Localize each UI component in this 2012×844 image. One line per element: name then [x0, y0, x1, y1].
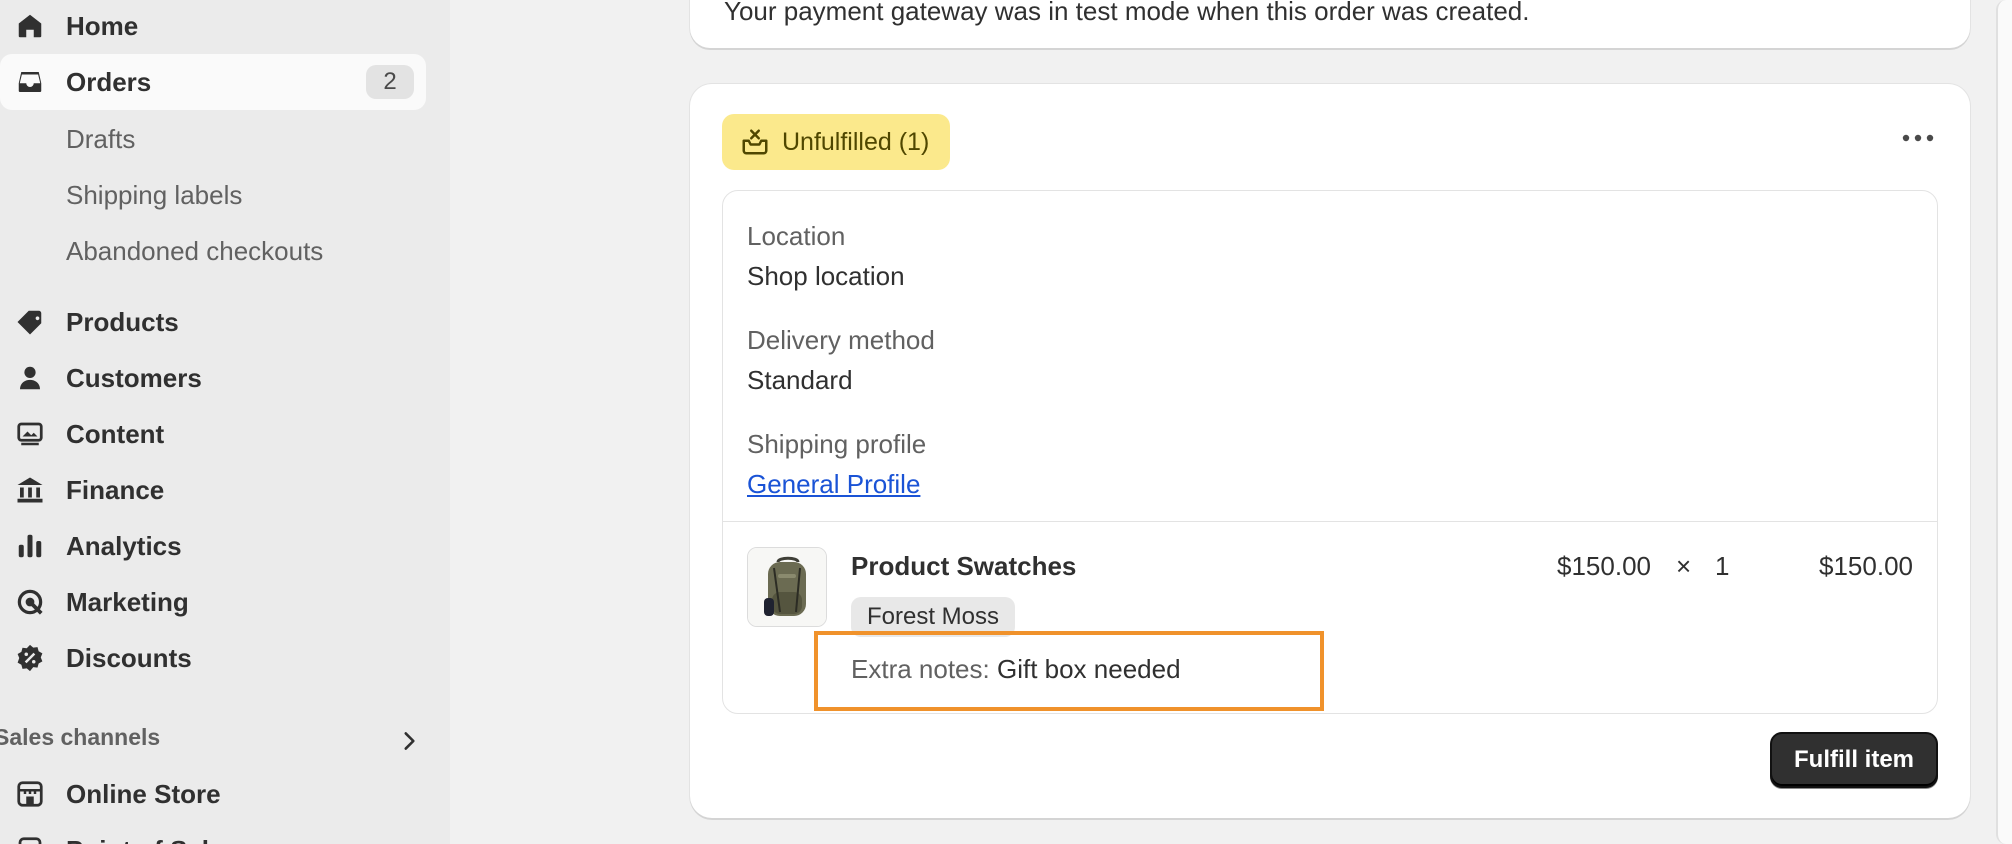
- person-icon: [14, 362, 46, 394]
- sidebar-item-label: Home: [66, 10, 139, 41]
- sidebar-item-discounts[interactable]: Discounts: [0, 630, 426, 686]
- status-label: Unfulfilled (1): [782, 127, 930, 156]
- sidebar-subitem-shipping-labels[interactable]: Shipping labels: [66, 180, 242, 211]
- sidebar-item-label: Finance: [66, 474, 165, 505]
- location-label: Location: [747, 221, 846, 251]
- product-name[interactable]: Product Swatches: [851, 551, 1076, 582]
- sidebar-subitem-abandoned-checkouts[interactable]: Abandoned checkouts: [66, 236, 323, 267]
- sidebar-item-label: Products: [66, 306, 179, 337]
- discount-icon: [14, 642, 46, 674]
- sidebar-item-customers[interactable]: Customers: [0, 350, 426, 406]
- highlight-box: [814, 631, 1324, 711]
- test-mode-message: Your payment gateway was in test mode wh…: [724, 0, 1530, 26]
- backpack-image: [748, 548, 826, 626]
- sidebar-item-online-store[interactable]: Online Store: [0, 766, 426, 822]
- sidebar-item-products[interactable]: Products: [0, 294, 426, 350]
- more-actions-button[interactable]: [1898, 118, 1938, 158]
- store-icon: [14, 778, 46, 810]
- sidebar-item-point-of-sale[interactable]: Point of Sale: [0, 822, 426, 844]
- sidebar-item-home[interactable]: Home: [0, 0, 426, 54]
- image-icon: [14, 418, 46, 450]
- sidebar-item-label: Online Store: [66, 778, 221, 809]
- shipping-profile-label: Shipping profile: [747, 429, 927, 459]
- pos-icon: [14, 834, 46, 844]
- sales-channels-heading: Sales channels: [0, 724, 161, 750]
- target-icon: [14, 586, 46, 618]
- sidebar-item-label: Content: [66, 418, 165, 449]
- sidebar-item-analytics[interactable]: Analytics: [0, 518, 426, 574]
- sidebar-item-label: Customers: [66, 362, 202, 393]
- location-value: Shop location: [747, 261, 905, 291]
- chevron-right-icon[interactable]: [396, 728, 422, 754]
- sidebar-item-orders[interactable]: Orders 2: [0, 54, 426, 110]
- sidebar-item-label: Point of Sale: [66, 835, 223, 844]
- sidebar-item-finance[interactable]: Finance: [0, 462, 426, 518]
- sidebar-subitem-drafts[interactable]: Drafts: [66, 124, 135, 155]
- fulfillment-details: Location Shop location Delivery method S…: [722, 190, 1938, 714]
- unfulfilled-status-badge: Unfulfilled (1): [722, 114, 950, 170]
- unit-price: $150.00: [1557, 551, 1651, 581]
- delivery-method-value: Standard: [747, 365, 853, 395]
- bar-chart-icon: [14, 530, 46, 562]
- sidebar: Home Orders 2 Drafts Shipping labels Aba…: [0, 0, 450, 844]
- orders-count-badge: 2: [366, 65, 414, 99]
- sidebar-item-marketing[interactable]: Marketing: [0, 574, 426, 630]
- product-thumbnail[interactable]: [747, 547, 827, 627]
- unfulfilled-box-icon: [742, 129, 768, 155]
- divider: [723, 521, 1937, 522]
- bank-icon: [14, 474, 46, 506]
- line-total: $150.00: [1819, 551, 1913, 581]
- sidebar-item-label: Analytics: [66, 530, 182, 561]
- app-root: Home Orders 2 Drafts Shipping labels Aba…: [0, 0, 2012, 844]
- multiply-sign: ×: [1676, 551, 1692, 581]
- sidebar-item-label: Marketing: [66, 586, 189, 617]
- sidebar-item-label: Orders: [66, 66, 152, 97]
- fulfill-item-button[interactable]: Fulfill item: [1770, 732, 1938, 788]
- shipping-profile-link[interactable]: General Profile: [747, 469, 920, 500]
- inbox-icon: [14, 66, 46, 98]
- fulfillment-card: Unfulfilled (1) Location Shop location D…: [690, 84, 1970, 818]
- quantity: 1: [1715, 551, 1730, 581]
- home-icon: [14, 10, 46, 42]
- delivery-method-label: Delivery method: [747, 325, 935, 355]
- test-mode-banner-card: Your payment gateway was in test mode wh…: [690, 0, 1970, 48]
- sidebar-item-label: Discounts: [66, 642, 192, 673]
- right-panel-edge: [1996, 0, 2012, 844]
- tag-icon: [14, 306, 46, 338]
- ellipsis-icon: [1902, 134, 1934, 142]
- sidebar-item-content[interactable]: Content: [0, 406, 426, 462]
